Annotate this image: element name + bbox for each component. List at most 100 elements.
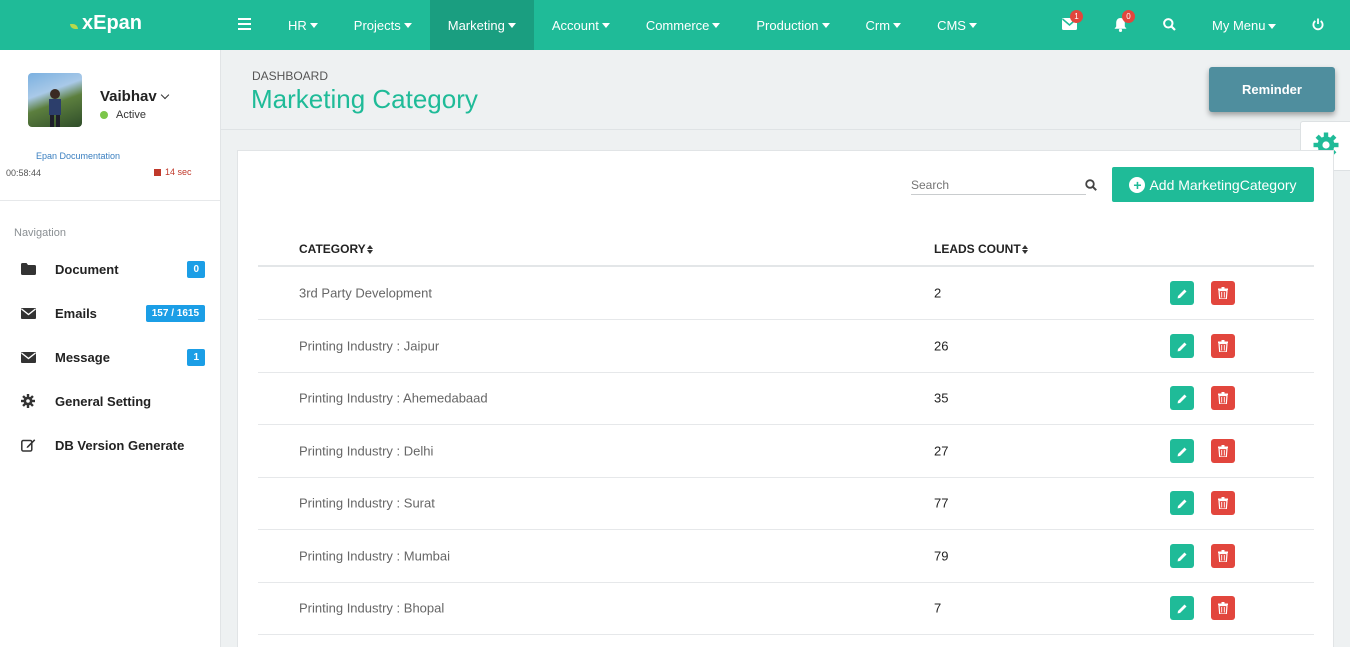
sidebar-item-db-version-generate[interactable]: DB Version Generate (0, 423, 220, 467)
search-icon[interactable] (1163, 18, 1176, 34)
menu-item-production[interactable]: Production (738, 0, 847, 50)
edit-button[interactable] (1170, 281, 1194, 305)
avatar[interactable] (28, 73, 82, 127)
reminder-button[interactable]: Reminder (1209, 67, 1335, 112)
trash-icon (1218, 340, 1228, 352)
category-cell: Printing Industry : Bhopal (299, 600, 445, 616)
sidebar-item-general-setting[interactable]: General Setting (0, 379, 220, 423)
top-navbar: xEpan HR Projects Marketing Account Comm… (0, 0, 1350, 50)
delete-button[interactable] (1211, 386, 1235, 410)
category-cell: Printing Industry : Mumbai (299, 548, 451, 564)
sort-icon (366, 245, 373, 254)
table-row: Printing Industry : Jaipur 26 (258, 320, 1314, 373)
search-icon[interactable] (1085, 179, 1097, 194)
menu-item-account[interactable]: Account (534, 0, 628, 50)
edit-button[interactable] (1170, 596, 1194, 620)
trash-icon (1218, 445, 1228, 457)
category-cell: Printing Industry : Delhi (299, 443, 434, 459)
envelope-icon[interactable]: 1 (1061, 10, 1083, 33)
table-row: Printing Industry : Ahemedabaad 35 (258, 372, 1314, 425)
delete-button[interactable] (1211, 334, 1235, 358)
main-menu: HR Projects Marketing Account Commerce P… (270, 0, 995, 50)
user-status: Active (100, 109, 146, 121)
sidebar-item-emails[interactable]: Emails 157 / 1615 (0, 291, 220, 335)
sidebar-item-label: DB Version Generate (55, 437, 185, 453)
menu-item-label: Production (756, 17, 819, 33)
pencil-icon (1177, 342, 1186, 351)
menu-item-label: Crm (865, 17, 891, 33)
edit-button[interactable] (1170, 544, 1194, 568)
edit-button[interactable] (1170, 386, 1194, 410)
sidebar-divider (0, 200, 220, 201)
chevron-down-icon (160, 90, 169, 100)
delete-button[interactable] (1211, 596, 1235, 620)
caret-down-icon (893, 22, 902, 28)
notification-count-badge: 0 (1122, 10, 1135, 23)
column-header-leads-count[interactable]: LEADS COUNT (934, 242, 1028, 256)
folder-icon (20, 262, 36, 276)
delete-button[interactable] (1211, 281, 1235, 305)
leads-count-cell: 77 (934, 495, 949, 511)
power-icon[interactable] (1312, 18, 1324, 34)
sidebar-item-message[interactable]: Message 1 (0, 335, 220, 379)
timer-seconds-text: 14 sec (165, 167, 192, 177)
sidebar-item-label: Message (55, 349, 110, 365)
user-name-text: Vaibhav (100, 88, 157, 105)
gear-icon (20, 394, 36, 408)
delete-button[interactable] (1211, 439, 1235, 463)
menu-item-label: Account (551, 17, 599, 33)
edit-button[interactable] (1170, 334, 1194, 358)
sidebar-item-document[interactable]: Document 0 (0, 247, 220, 291)
category-cell: Printing Industry : Jaipur (299, 338, 440, 354)
leads-count-cell: 27 (934, 443, 949, 459)
navigation-heading: Navigation (14, 227, 66, 239)
table-row: Printing Industry : Delhi 27 (258, 425, 1314, 478)
menu-item-hr[interactable]: HR (270, 0, 336, 50)
breadcrumb[interactable]: DASHBOARD (252, 69, 328, 83)
menu-item-cms[interactable]: CMS (919, 0, 995, 50)
menu-item-label: Commerce (645, 17, 710, 33)
my-menu-label: My Menu (1212, 18, 1266, 33)
user-name[interactable]: Vaibhav (100, 88, 169, 105)
trash-icon (1218, 392, 1228, 404)
add-button-label: Add MarketingCategory (1149, 176, 1297, 193)
caret-down-icon (601, 22, 610, 28)
column-header-category[interactable]: CATEGORY (299, 242, 373, 256)
pencil-icon (1177, 289, 1186, 298)
header-divider (221, 129, 1350, 130)
stop-icon (154, 168, 161, 176)
menu-item-projects[interactable]: Projects (336, 0, 430, 50)
app-logo-text: xEpan (82, 12, 143, 34)
count-badge: 0 (187, 260, 205, 278)
sidebar: Vaibhav Active Epan Documentation 00:58:… (0, 50, 221, 647)
menu-item-commerce[interactable]: Commerce (628, 0, 739, 50)
delete-button[interactable] (1211, 544, 1235, 568)
my-menu-dropdown[interactable]: My Menu (1212, 18, 1277, 33)
menu-item-crm[interactable]: Crm (848, 0, 920, 50)
sidebar-item-label: General Setting (55, 393, 152, 409)
add-marketing-category-button[interactable]: + Add MarketingCategory (1112, 167, 1314, 202)
sort-icon (1021, 245, 1028, 254)
table-row: Printing Industry : Surat 77 (258, 477, 1314, 530)
menu-item-label: HR (288, 17, 307, 33)
count-badge: 1 (187, 348, 205, 366)
trash-icon (1218, 602, 1228, 614)
plus-circle-icon: + (1129, 176, 1146, 193)
caret-down-icon (403, 22, 412, 28)
menu-item-label: CMS (937, 17, 966, 33)
delete-button[interactable] (1211, 491, 1235, 515)
envelope-icon (20, 306, 36, 320)
documentation-link[interactable]: Epan Documentation (36, 151, 120, 161)
bell-icon[interactable]: 0 (1114, 10, 1135, 35)
menu-item-label: Marketing (447, 17, 505, 33)
search-input[interactable] (911, 176, 1086, 195)
trash-icon (1218, 287, 1228, 299)
app-logo[interactable]: xEpan (70, 12, 142, 35)
status-dot-icon (100, 111, 108, 119)
edit-button[interactable] (1170, 491, 1194, 515)
edit-button[interactable] (1170, 439, 1194, 463)
menu-icon[interactable] (238, 18, 251, 30)
category-cell: Printing Industry : Surat (299, 495, 435, 511)
menu-item-marketing[interactable]: Marketing (429, 0, 534, 50)
user-status-text: Active (116, 109, 146, 121)
